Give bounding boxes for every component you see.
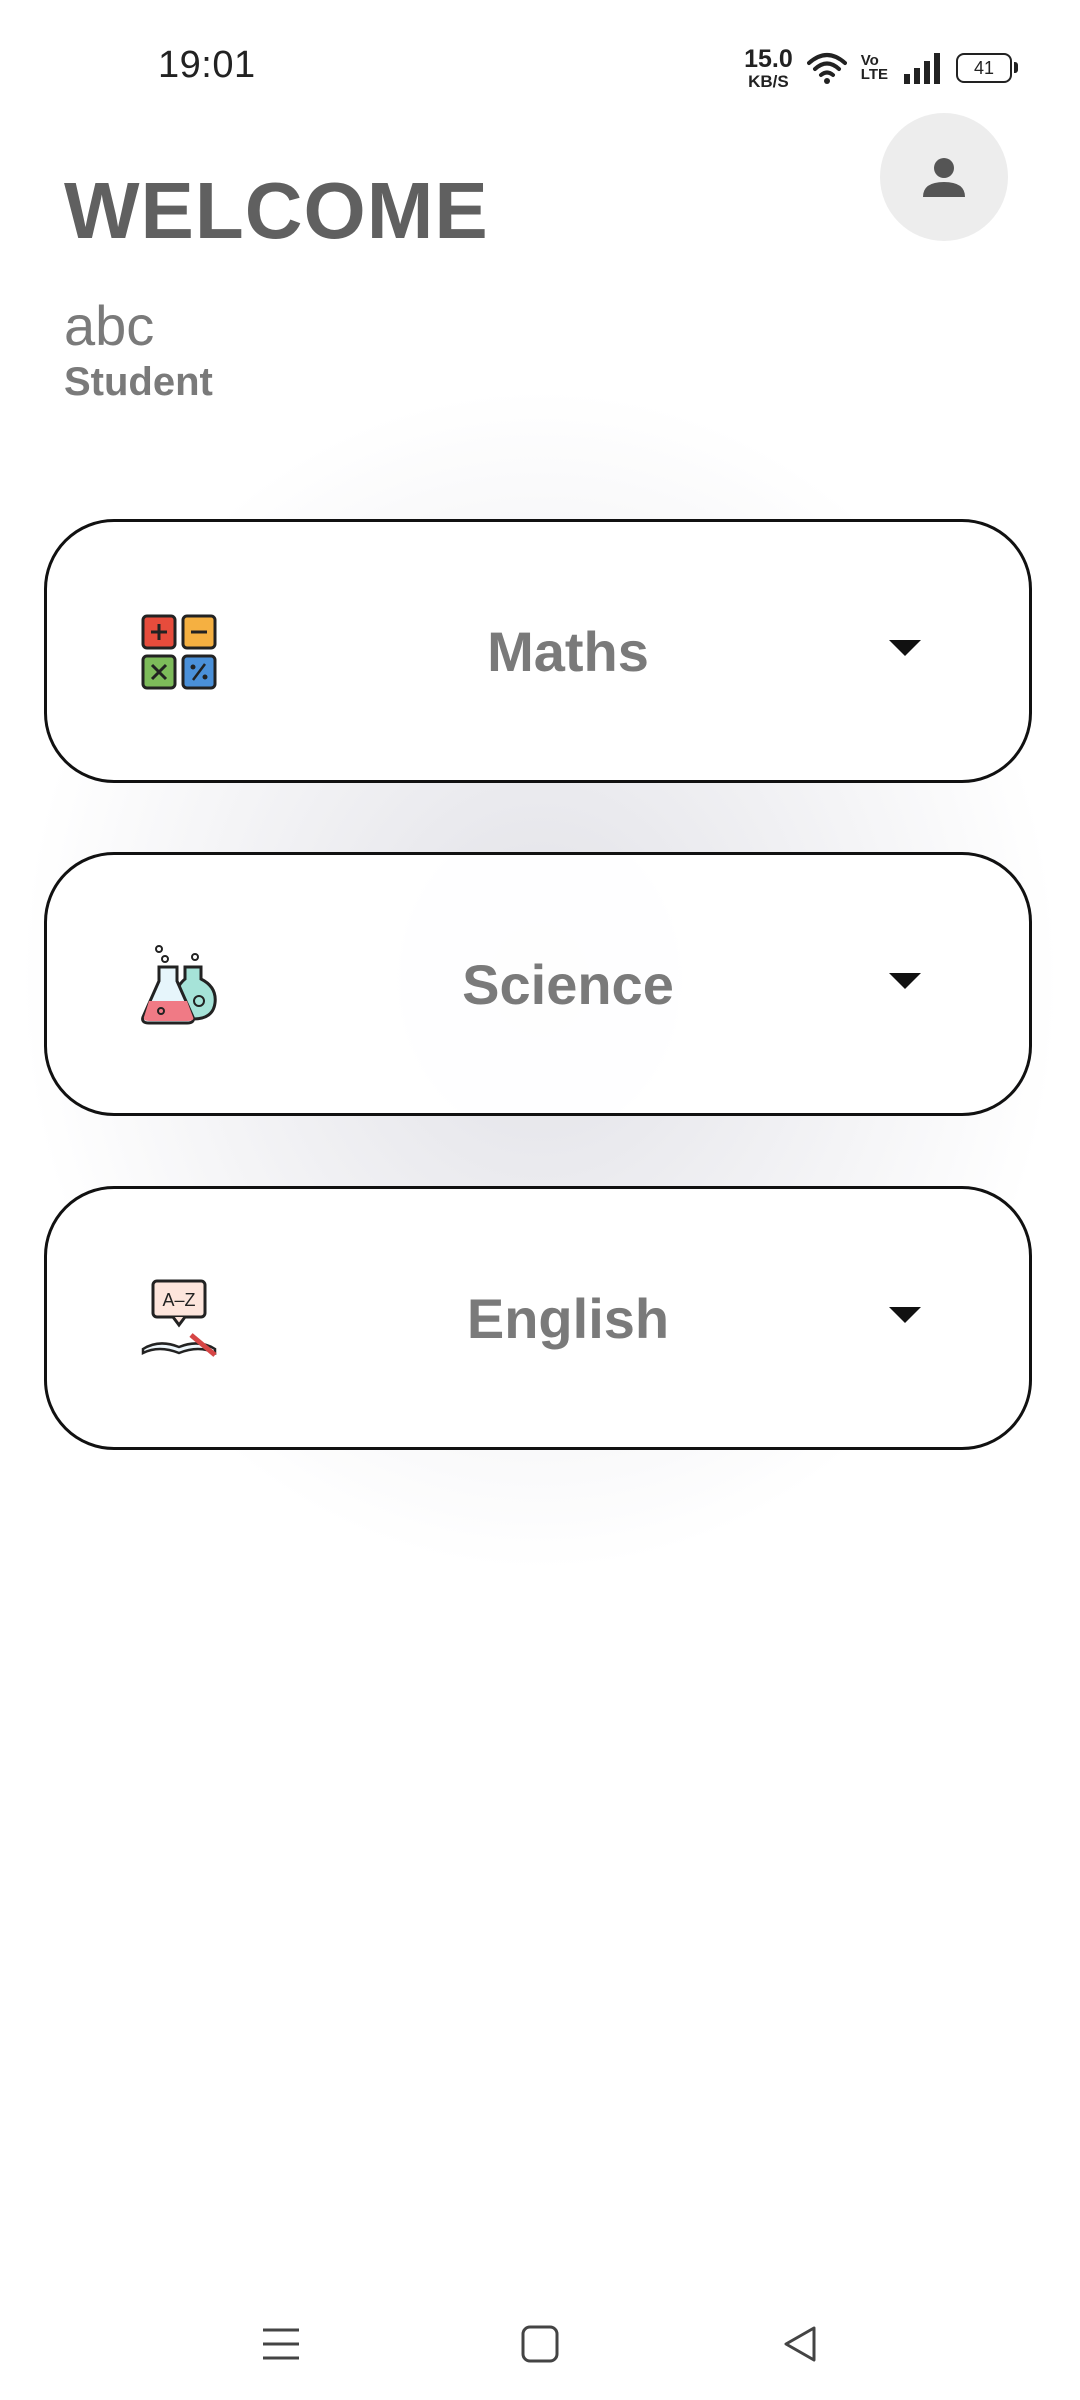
profile-button[interactable] [880,113,1008,241]
subject-card-science[interactable]: Science [44,852,1032,1116]
network-speed-value: 15.0 [744,44,793,73]
status-icons: 15.0 KB/S Vo LTE 41 [744,44,1018,91]
menu-icon [263,2328,299,2360]
home-square-icon [521,2325,559,2363]
status-time: 19:01 [158,44,256,86]
volte-indicator: Vo LTE [860,53,888,83]
subject-card-maths[interactable]: Maths [44,519,1032,783]
chevron-down-icon [889,1307,921,1323]
user-role: Student [64,360,213,404]
battery-icon: 41 [956,53,1018,83]
volte-bottom: LTE [860,66,888,83]
user-name: abc [64,294,155,357]
back-button[interactable] [770,2314,830,2374]
battery-level: 41 [973,57,995,78]
subject-label: Science [462,952,674,1016]
chevron-down-icon [889,640,921,656]
network-speed-unit: KB/S [748,71,789,91]
subject-card-english[interactable]: A–Z English [44,1186,1032,1450]
recent-apps-button[interactable] [251,2314,311,2374]
status-bar: 19:01 15.0 KB/S Vo LTE 41 [0,0,1080,130]
wifi-icon [806,53,847,84]
subject-label: Maths [487,619,649,683]
system-nav-bar [0,2300,1080,2400]
network-speed: 15.0 KB/S [744,44,793,91]
signal-icon [904,53,940,84]
back-triangle-icon [784,2326,816,2362]
chevron-down-icon [889,973,921,989]
subject-label: English [466,1286,670,1350]
home-button[interactable] [510,2314,570,2374]
page-title: WELCOME [64,166,489,255]
person-icon [923,158,965,197]
